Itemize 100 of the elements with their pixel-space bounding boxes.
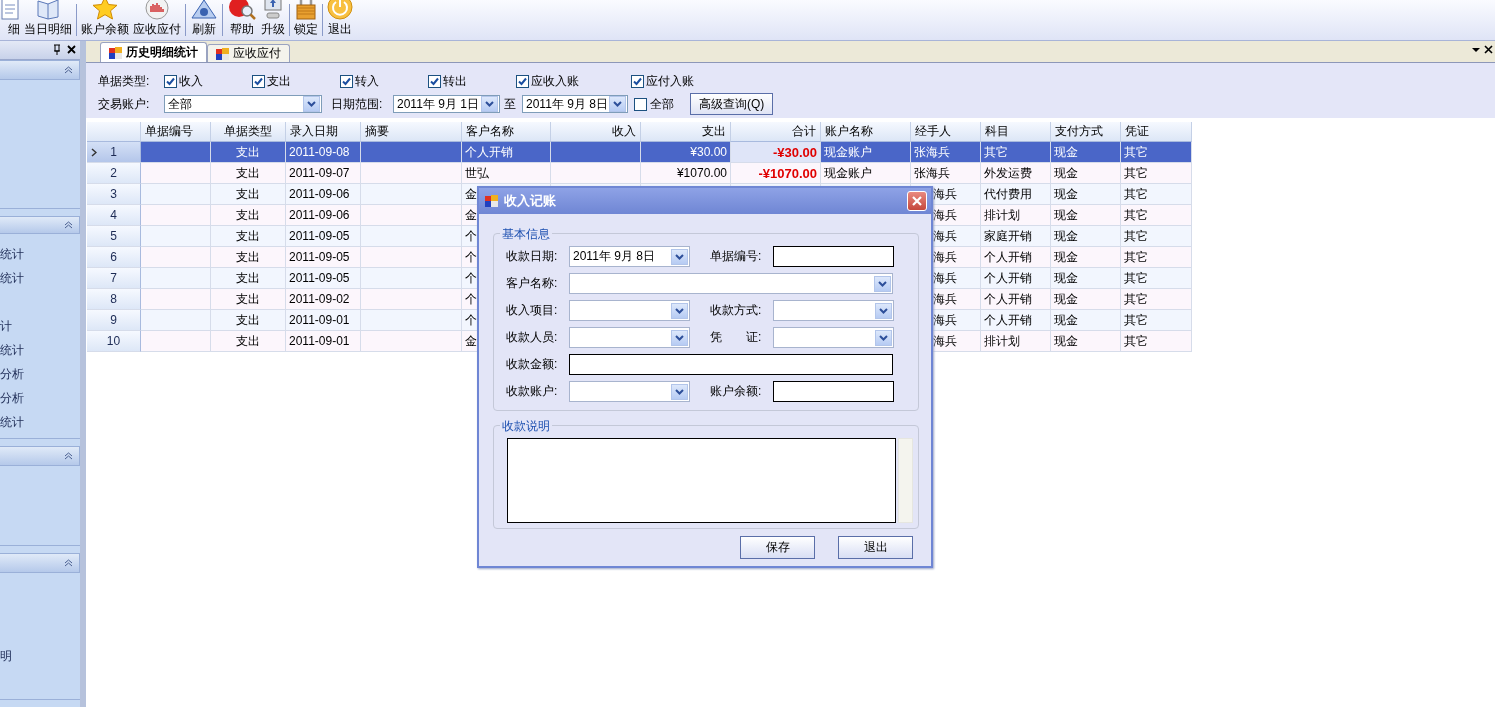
column-header[interactable]: 科目 <box>981 122 1051 142</box>
checkbox[interactable] <box>516 74 529 88</box>
nav-item[interactable]: 分析 <box>0 365 80 390</box>
table-cell: 个人开销 <box>981 310 1051 331</box>
dropdown-field[interactable] <box>569 381 690 402</box>
field-label: 单据类型: <box>98 72 151 90</box>
nav-item[interactable]: 计 <box>0 317 80 342</box>
tab[interactable]: 应收应付 <box>207 44 290 62</box>
table-cell <box>141 226 211 247</box>
checkbox[interactable] <box>634 97 647 111</box>
checkbox-label: 全部 <box>650 95 674 113</box>
column-header[interactable]: 账户名称 <box>821 122 911 142</box>
checkbox[interactable] <box>164 74 177 88</box>
close-button[interactable] <box>907 191 927 211</box>
dropdown-field[interactable] <box>773 300 894 321</box>
collapse-chevron-icon[interactable] <box>64 65 73 74</box>
collapse-chevron-icon[interactable] <box>64 220 73 229</box>
collapse-chevron-icon[interactable] <box>64 451 73 460</box>
row-header[interactable]: 8 <box>87 289 141 310</box>
checkbox[interactable] <box>631 74 644 88</box>
column-header[interactable]: 单据编号 <box>141 122 211 142</box>
row-header[interactable]: 9 <box>87 310 141 331</box>
dialog-button[interactable]: 保存 <box>740 536 815 559</box>
table-cell: 其它 <box>1121 142 1192 163</box>
checkbox[interactable] <box>340 74 353 88</box>
nav-item[interactable]: 统计 <box>0 269 80 294</box>
range-separator: 至 <box>504 95 516 113</box>
toolbar-button[interactable]: 应收应付 <box>131 0 183 40</box>
row-header[interactable]: 5 <box>87 226 141 247</box>
column-header[interactable]: 单据类型 <box>211 122 286 142</box>
column-header[interactable]: 收入 <box>551 122 641 142</box>
close-icon[interactable] <box>67 45 76 55</box>
input-field[interactable] <box>773 381 894 402</box>
row-number: 7 <box>110 271 117 285</box>
dropdown-field[interactable]: 全部 <box>164 95 322 113</box>
checkbox-label: 转入 <box>355 72 379 90</box>
table-cell: 现金 <box>1051 163 1121 184</box>
column-header[interactable]: 支付方式 <box>1051 122 1121 142</box>
table-cell: -¥30.00 <box>731 142 821 163</box>
table-cell: 现金 <box>1051 310 1121 331</box>
toolbar-button[interactable]: 账户余额 <box>79 0 131 40</box>
table-cell: 个人开销 <box>981 268 1051 289</box>
toolbar-button[interactable]: 帮助 <box>225 0 259 40</box>
column-header[interactable]: 录入日期 <box>286 122 361 142</box>
row-header[interactable]: 2 <box>87 163 141 184</box>
dropdown-field[interactable] <box>569 300 690 321</box>
window-icon <box>109 46 122 59</box>
table-cell: 2011-09-02 <box>286 289 361 310</box>
column-header[interactable]: 客户名称 <box>462 122 551 142</box>
pin-icon[interactable] <box>53 44 61 56</box>
dropdown-field[interactable] <box>569 273 893 294</box>
date-picker[interactable]: 2011年 9月 8日 <box>569 246 690 267</box>
row-pointer-icon <box>91 148 97 157</box>
toolbar-button[interactable]: 升级 <box>259 0 287 40</box>
toolbar-button[interactable]: 当日明细 <box>22 0 74 40</box>
row-header[interactable]: 1 <box>87 142 141 163</box>
row-header[interactable]: 10 <box>87 331 141 352</box>
nav-item[interactable]: 统计 <box>0 413 80 438</box>
row-header[interactable]: 7 <box>87 268 141 289</box>
toolbar-button[interactable]: 刷新 <box>188 0 220 40</box>
table-cell: 支出 <box>211 205 286 226</box>
input-field[interactable] <box>773 246 894 267</box>
nav-item[interactable]: 统计 <box>0 341 80 366</box>
dialog-button[interactable]: 退出 <box>838 536 913 559</box>
column-header[interactable]: 支出 <box>641 122 731 142</box>
advanced-search-button[interactable]: 高级查询(Q) <box>690 93 774 115</box>
column-header[interactable]: 凭证 <box>1121 122 1192 142</box>
collapse-chevron-icon[interactable] <box>64 558 73 567</box>
nav-item[interactable]: 分析 <box>0 389 80 414</box>
table-cell: 现金 <box>1051 226 1121 247</box>
row-number: 3 <box>110 187 117 201</box>
row-number: 1 <box>110 145 117 159</box>
row-header[interactable]: 3 <box>87 184 141 205</box>
nav-item[interactable]: 统计 <box>0 245 80 270</box>
tab[interactable]: 历史明细统计 <box>100 42 207 62</box>
close-icon[interactable] <box>1484 44 1493 56</box>
table-cell: 其它 <box>1121 268 1192 289</box>
dropdown-field[interactable] <box>569 327 690 348</box>
nav-item[interactable]: 明 <box>0 647 80 672</box>
table-cell: 现金 <box>1051 331 1121 352</box>
column-header[interactable]: 合计 <box>731 122 821 142</box>
text-area[interactable] <box>507 438 897 523</box>
dropdown-field[interactable] <box>773 327 894 348</box>
field-label: 单据编号: <box>710 248 763 265</box>
toolbar-button[interactable]: 锁定 <box>292 0 320 40</box>
input-field[interactable] <box>569 354 893 375</box>
date-picker[interactable]: 2011年 9月 8日 <box>522 95 628 113</box>
checkbox[interactable] <box>252 74 265 88</box>
table-cell <box>141 142 211 163</box>
row-header[interactable]: 6 <box>87 247 141 268</box>
table-cell: 其它 <box>1121 163 1192 184</box>
group-title: 基本信息 <box>500 226 552 243</box>
corner-cell <box>87 122 141 142</box>
column-header[interactable]: 经手人 <box>911 122 981 142</box>
toolbar-button[interactable]: 细 <box>0 0 22 40</box>
checkbox[interactable] <box>428 74 441 88</box>
row-header[interactable]: 4 <box>87 205 141 226</box>
column-header[interactable]: 摘要 <box>361 122 462 142</box>
toolbar-button[interactable]: 退出 <box>325 0 355 40</box>
date-picker[interactable]: 2011年 9月 1日 <box>393 95 500 113</box>
